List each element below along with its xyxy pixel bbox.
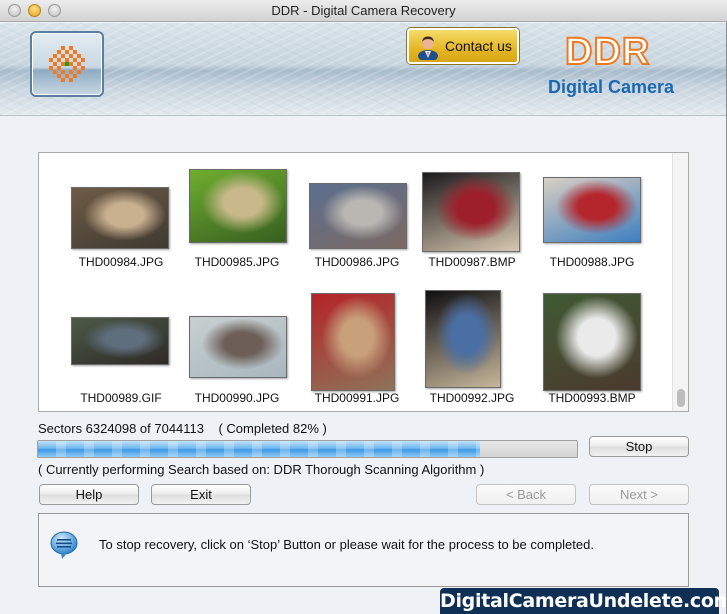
thumbnail-item[interactable]: THD00989.GIF bbox=[63, 283, 179, 411]
thumbnail-item[interactable]: THD00992.JPG bbox=[414, 283, 530, 411]
thumbnail-image[interactable] bbox=[309, 183, 407, 249]
thumbnail-image[interactable] bbox=[71, 187, 169, 249]
thumbnail-item[interactable]: THD00993.BMP bbox=[534, 283, 650, 411]
window-title: DDR - Digital Camera Recovery bbox=[271, 3, 456, 18]
recovered-files-panel: THD00984.JPG THD00985.JPG THD00986.JPG THD0… bbox=[38, 152, 689, 412]
thumbnail-filename: THD00984.JPG bbox=[78, 255, 164, 269]
speech-bubble-icon bbox=[50, 531, 78, 559]
scan-status-text: ( Currently performing Search based on: … bbox=[38, 462, 485, 477]
website-watermark: DigitalCameraUndelete.com bbox=[440, 588, 727, 614]
brand-logo-text: DDR bbox=[564, 30, 651, 74]
app-logo-button[interactable] bbox=[30, 31, 104, 97]
thumbnail-image[interactable] bbox=[189, 316, 287, 378]
help-button[interactable]: Help bbox=[39, 484, 139, 505]
thumbnail-image[interactable] bbox=[71, 317, 169, 365]
progress-bar-fill bbox=[38, 441, 480, 457]
contact-us-button[interactable]: Contact us bbox=[407, 28, 519, 64]
thumbnail-item[interactable]: THD00988.JPG bbox=[534, 155, 650, 283]
thumbnail-item[interactable]: THD00987.BMP bbox=[414, 155, 530, 283]
stop-button[interactable]: Stop bbox=[589, 436, 689, 457]
thumbnail-filename: THD00985.JPG bbox=[194, 255, 280, 269]
thumbnail-item[interactable]: THD00985.JPG bbox=[179, 155, 295, 283]
thumbnail-image[interactable] bbox=[425, 290, 501, 388]
sectors-progress-text: Sectors 6324098 of 7044113 ( Completed 8… bbox=[38, 421, 327, 436]
scrollbar-thumb[interactable] bbox=[677, 389, 685, 407]
thumbnail-filename: THD00987.BMP bbox=[428, 255, 516, 269]
thumbnail-filename: THD00990.JPG bbox=[194, 391, 280, 405]
info-message-text: To stop recovery, click on ‘Stop’ Button… bbox=[99, 537, 594, 552]
thumbnail-item[interactable]: THD00990.JPG bbox=[179, 283, 295, 411]
close-window-button[interactable] bbox=[8, 4, 21, 17]
thumbnail-image[interactable] bbox=[543, 293, 641, 391]
thumbnail-filename: THD00992.JPG bbox=[429, 391, 515, 405]
thumbnail-filename: THD00989.GIF bbox=[80, 391, 162, 405]
thumbnail-image[interactable] bbox=[422, 172, 520, 252]
thumbnail-image[interactable] bbox=[543, 177, 641, 243]
thumbnail-filename: THD00986.JPG bbox=[314, 255, 400, 269]
exit-button[interactable]: Exit bbox=[151, 484, 251, 505]
thumbnail-item[interactable]: THD00984.JPG bbox=[63, 155, 179, 283]
info-message-box: To stop recovery, click on ‘Stop’ Button… bbox=[38, 513, 689, 587]
contact-us-label: Contact us bbox=[445, 38, 512, 54]
user-support-icon bbox=[418, 36, 438, 60]
back-button[interactable]: < Back bbox=[476, 484, 576, 505]
thumbnail-filename: THD00993.BMP bbox=[548, 391, 636, 405]
vertical-scrollbar[interactable] bbox=[672, 153, 688, 411]
thumbnail-filename: THD00991.JPG bbox=[314, 391, 400, 405]
thumbnail-item[interactable]: THD00991.JPG bbox=[299, 283, 415, 411]
title-bar: DDR - Digital Camera Recovery bbox=[0, 0, 727, 22]
thumbnail-image[interactable] bbox=[311, 293, 395, 391]
thumbnail-filename: THD00988.JPG bbox=[549, 255, 635, 269]
brand-subtitle: Digital Camera bbox=[548, 77, 675, 97]
header-banner: Contact us DDR Digital Camera bbox=[0, 23, 727, 116]
thumbnail-image[interactable] bbox=[189, 169, 287, 243]
scan-grid-icon bbox=[49, 46, 85, 82]
scan-progress-bar bbox=[37, 440, 578, 458]
thumbnail-item[interactable]: THD00986.JPG bbox=[299, 155, 415, 283]
minimize-window-button[interactable] bbox=[28, 4, 41, 17]
thumbnail-grid: THD00984.JPG THD00985.JPG THD00986.JPG THD0… bbox=[39, 153, 673, 411]
zoom-window-button[interactable] bbox=[48, 4, 61, 17]
next-button[interactable]: Next > bbox=[589, 484, 689, 505]
